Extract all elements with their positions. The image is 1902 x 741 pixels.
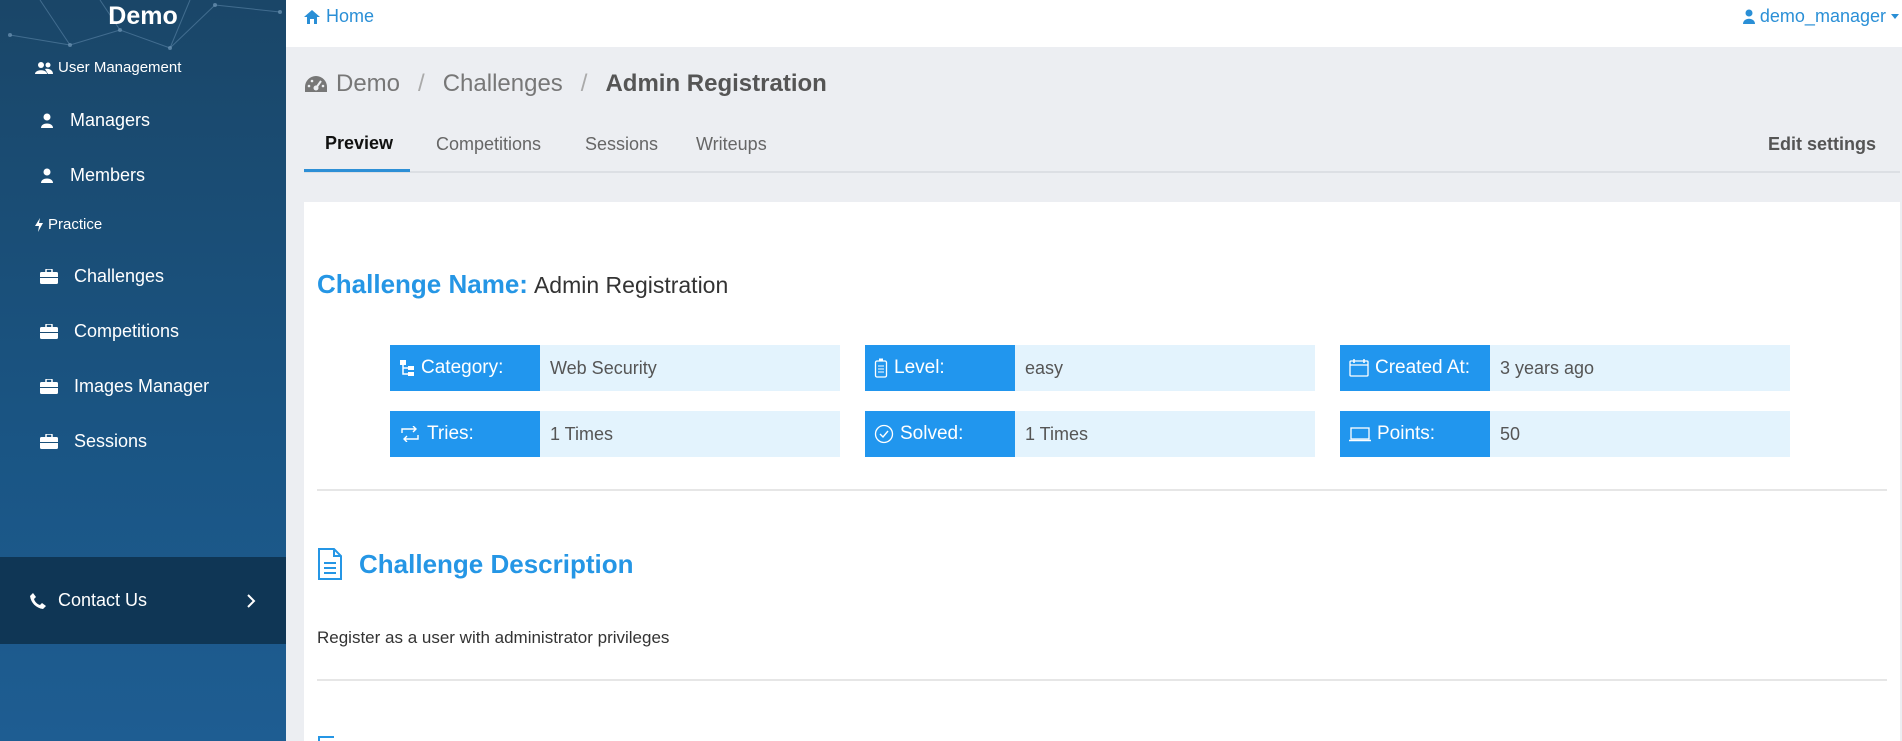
home-icon	[304, 9, 320, 24]
info-label: Created At:	[1375, 357, 1471, 378]
tab-writeups[interactable]: Writeups	[696, 134, 767, 155]
brand-title: Demo	[108, 2, 178, 30]
sidebar-item-images-manager[interactable]: Images Manager	[40, 376, 209, 397]
info-value: 1 Times	[540, 411, 840, 457]
divider	[317, 489, 1887, 491]
user-icon	[41, 168, 53, 183]
info-level: Level: easy	[865, 345, 1315, 391]
sidebar-item-label: Managers	[70, 110, 151, 130]
active-tab-indicator	[304, 169, 410, 172]
sidebar-item-managers[interactable]: Managers	[40, 110, 150, 131]
briefcase-icon	[40, 324, 58, 339]
briefcase-icon	[40, 269, 58, 284]
info-label: Level:	[894, 357, 945, 378]
sidebar-item-label: Challenges	[74, 266, 165, 286]
user-icon	[41, 113, 53, 128]
sidebar-item-label: Images Manager	[74, 376, 210, 396]
tab-competitions[interactable]: Competitions	[436, 134, 541, 155]
bolt-icon	[35, 217, 43, 232]
dashboard-icon	[305, 76, 327, 92]
info-value: 3 years ago	[1490, 345, 1790, 391]
top-bar: Home demo_manager	[286, 0, 1902, 47]
sidebar-item-label: Competitions	[74, 321, 180, 341]
users-icon	[35, 61, 53, 74]
tab-sessions[interactable]: Sessions	[585, 134, 658, 155]
tab-bar: Preview Competitions Sessions Writeups E…	[304, 123, 1900, 173]
sidebar-item-sessions[interactable]: Sessions	[40, 431, 147, 452]
sidebar-item-competitions[interactable]: Competitions	[40, 321, 179, 342]
challenge-name-value: Admin Registration	[533, 272, 729, 298]
info-label: Category:	[421, 357, 504, 378]
edit-settings-button[interactable]: Edit settings	[1768, 134, 1876, 155]
description-heading: Challenge Description	[317, 548, 634, 580]
user-menu[interactable]: demo_manager	[1742, 6, 1899, 27]
section-user-management: User Management	[35, 59, 181, 76]
user-label: demo_manager	[1759, 6, 1886, 26]
breadcrumb-separator: /	[418, 70, 425, 97]
section-practice: Practice	[35, 216, 102, 233]
briefcase-icon	[40, 434, 58, 449]
info-points: Points: 50	[1340, 411, 1790, 457]
home-link[interactable]: Home	[304, 6, 374, 27]
sidebar: Demo User Management Managers Members Pr…	[0, 0, 286, 741]
info-value: 1 Times	[1015, 411, 1315, 457]
challenge-name-label: Challenge Name:	[317, 269, 528, 299]
breadcrumb-separator: /	[580, 70, 588, 97]
chevron-right-icon	[247, 593, 256, 608]
retweet-icon	[401, 426, 419, 442]
sidebar-item-members[interactable]: Members	[40, 165, 145, 186]
info-tries: Tries: 1 Times	[390, 411, 840, 457]
home-label: Home	[326, 6, 375, 26]
sidebar-item-challenges[interactable]: Challenges	[40, 266, 164, 287]
divider	[317, 679, 1887, 681]
breadcrumb: Demo / Challenges / Admin Registration	[304, 70, 827, 98]
info-created-at: Created At: 3 years ago	[1340, 345, 1790, 391]
info-label: Tries:	[427, 423, 474, 444]
calendar-icon	[1349, 359, 1369, 377]
sitemap-icon	[400, 360, 414, 376]
tab-preview[interactable]: Preview	[325, 133, 393, 154]
info-value: easy	[1015, 345, 1315, 391]
user-icon	[1742, 9, 1755, 24]
challenge-name: Challenge Name: Admin Registration	[317, 269, 728, 300]
contact-label: Contact Us	[58, 590, 148, 610]
sidebar-item-label: Members	[70, 165, 146, 185]
info-value: 50	[1490, 411, 1790, 457]
description-title: Challenge Description	[359, 548, 634, 579]
description-text: Register as a user with administrator pr…	[317, 628, 670, 647]
file-text-icon	[318, 548, 342, 580]
contact-us-item[interactable]: Contact Us	[0, 557, 286, 644]
check-circle-icon	[874, 424, 894, 444]
briefcase-icon	[40, 379, 58, 394]
caret-down-icon	[1891, 14, 1899, 19]
breadcrumb-challenges[interactable]: Challenges	[443, 70, 563, 98]
info-value: Web Security	[540, 345, 840, 391]
breadcrumb-demo[interactable]: Demo	[336, 70, 400, 98]
section-label: Practice	[48, 216, 103, 233]
section-label: User Management	[58, 59, 182, 76]
challenge-card: Challenge Name: Admin Registration Categ…	[304, 202, 1900, 741]
breadcrumb-current: Admin Registration	[605, 70, 827, 97]
info-label: Points:	[1377, 423, 1436, 444]
battery-icon	[874, 358, 888, 378]
info-solved: Solved: 1 Times	[865, 411, 1315, 457]
sidebar-item-label: Sessions	[74, 431, 148, 451]
info-category: Category: Web Security	[390, 345, 840, 391]
file-text-icon	[318, 736, 334, 741]
info-label: Solved:	[900, 423, 964, 444]
monitor-icon	[1349, 427, 1371, 442]
phone-icon	[30, 592, 46, 609]
